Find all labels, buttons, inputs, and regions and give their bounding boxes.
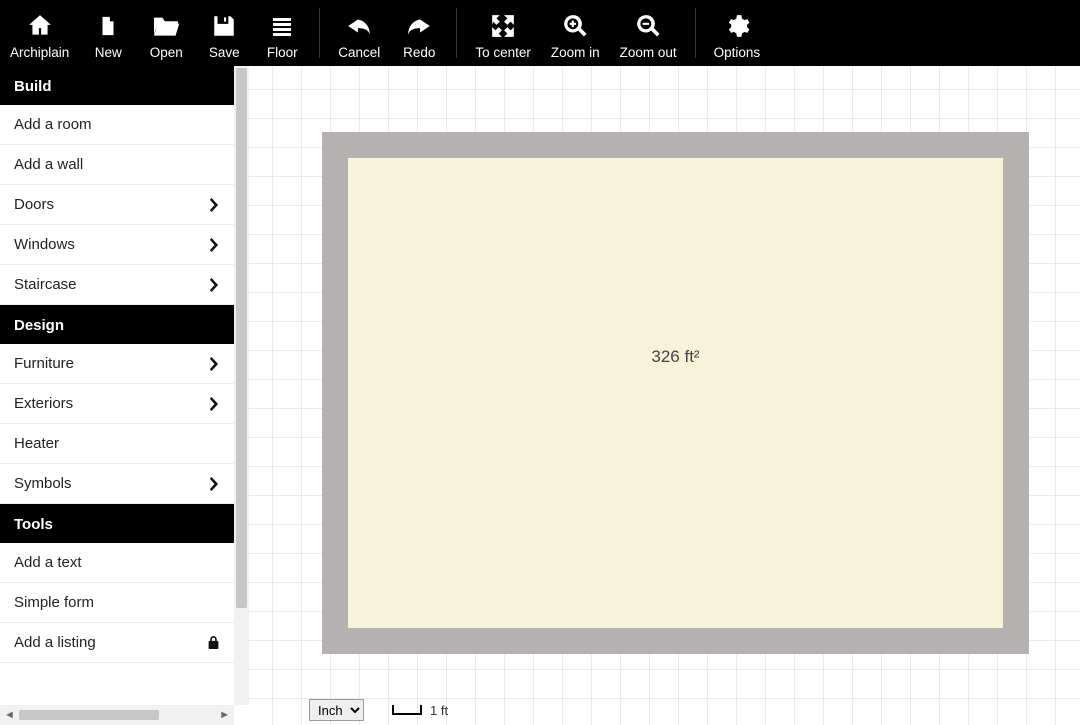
expand-icon bbox=[490, 11, 516, 41]
sidebar-item-label: Add a wall bbox=[14, 156, 83, 173]
chevron-right-icon bbox=[204, 278, 220, 292]
scale-indicator: 1 ft bbox=[392, 703, 448, 718]
redo-button[interactable]: Redo bbox=[390, 0, 448, 66]
section-header-tools: Tools bbox=[0, 504, 234, 543]
zoom-in-label: Zoom in bbox=[551, 45, 600, 60]
folder-open-icon bbox=[151, 11, 181, 41]
to-center-label: To center bbox=[475, 45, 531, 60]
redo-label: Redo bbox=[403, 45, 435, 60]
zoom-out-icon bbox=[635, 11, 661, 41]
toolbar-separator bbox=[319, 8, 320, 58]
archiplain-label: Archiplain bbox=[10, 45, 69, 60]
archiplain-button[interactable]: Archiplain bbox=[0, 0, 79, 66]
zoom-in-button[interactable]: Zoom in bbox=[541, 0, 610, 66]
sidebar-item-exteriors[interactable]: Exteriors bbox=[0, 384, 234, 424]
options-label: Options bbox=[714, 45, 761, 60]
sidebar-item-label: Add a text bbox=[14, 554, 82, 571]
open-button[interactable]: Open bbox=[137, 0, 195, 66]
scroll-right-arrow-icon[interactable]: ► bbox=[219, 710, 230, 721]
zoom-out-label: Zoom out bbox=[620, 45, 677, 60]
scale-label: 1 ft bbox=[430, 703, 448, 718]
toolbar-group: To center Zoom in Zoom out bbox=[465, 0, 686, 66]
top-toolbar: Archiplain New Open Save Floor Cancel Redo To c… bbox=[0, 0, 1080, 66]
toolbar-group: Options bbox=[704, 0, 771, 66]
room-interior[interactable]: 326 ft² bbox=[348, 158, 1003, 628]
sidebar-item-heater[interactable]: Heater bbox=[0, 424, 234, 464]
sidebar-item-label: Add a room bbox=[14, 116, 92, 133]
sidebar-item-add-wall[interactable]: Add a wall bbox=[0, 145, 234, 185]
scroll-left-arrow-icon[interactable]: ◄ bbox=[4, 710, 15, 721]
toolbar-group: Archiplain New Open Save Floor bbox=[0, 0, 311, 66]
lock-icon bbox=[204, 635, 220, 650]
side-panel-content: Build Add a room Add a wall Doors Windows Sta… bbox=[0, 66, 234, 705]
side-vertical-scroll-thumb[interactable] bbox=[236, 68, 247, 608]
sidebar-item-label: Staircase bbox=[14, 276, 77, 293]
workspace: Build Add a room Add a wall Doors Windows Sta… bbox=[0, 66, 1080, 725]
open-label: Open bbox=[150, 45, 183, 60]
canvas-bottom-bar: Inch 1 ft bbox=[249, 697, 1080, 723]
gear-icon bbox=[724, 11, 750, 41]
chevron-right-icon bbox=[204, 477, 220, 491]
options-button[interactable]: Options bbox=[704, 0, 771, 66]
sidebar-item-symbols[interactable]: Symbols bbox=[0, 464, 234, 504]
sidebar-item-furniture[interactable]: Furniture bbox=[0, 344, 234, 384]
undo-icon bbox=[346, 11, 372, 41]
sidebar-item-add-listing[interactable]: Add a listing bbox=[0, 623, 234, 663]
side-vertical-scrollbar[interactable] bbox=[234, 66, 249, 705]
cancel-label: Cancel bbox=[338, 45, 380, 60]
scale-bracket-icon bbox=[392, 705, 422, 715]
side-horizontal-scroll-track[interactable] bbox=[19, 710, 215, 720]
toolbar-group: Cancel Redo bbox=[328, 0, 448, 66]
sidebar-item-simple-form[interactable]: Simple form bbox=[0, 583, 234, 623]
floor-button[interactable]: Floor bbox=[253, 0, 311, 66]
zoom-out-button[interactable]: Zoom out bbox=[610, 0, 687, 66]
new-button[interactable]: New bbox=[79, 0, 137, 66]
side-horizontal-scroll-thumb[interactable] bbox=[19, 710, 159, 720]
cancel-button[interactable]: Cancel bbox=[328, 0, 390, 66]
chevron-right-icon bbox=[204, 397, 220, 411]
zoom-in-icon bbox=[562, 11, 588, 41]
sidebar-item-doors[interactable]: Doors bbox=[0, 185, 234, 225]
sidebar-item-label: Simple form bbox=[14, 594, 94, 611]
save-button[interactable]: Save bbox=[195, 0, 253, 66]
sidebar-item-label: Furniture bbox=[14, 355, 74, 372]
sidebar-item-label: Windows bbox=[14, 236, 75, 253]
floppy-icon bbox=[211, 11, 237, 41]
side-horizontal-scrollbar[interactable]: ◄ ► bbox=[0, 705, 234, 725]
lines-icon bbox=[270, 11, 294, 41]
sidebar-item-add-room[interactable]: Add a room bbox=[0, 105, 234, 145]
section-header-build: Build bbox=[0, 66, 234, 105]
sidebar-item-staircase[interactable]: Staircase bbox=[0, 265, 234, 305]
section-header-design: Design bbox=[0, 305, 234, 344]
sidebar-item-label: Heater bbox=[14, 435, 59, 452]
sidebar-item-label: Exteriors bbox=[14, 395, 73, 412]
chevron-right-icon bbox=[204, 357, 220, 371]
unit-select[interactable]: Inch bbox=[309, 699, 364, 721]
file-icon bbox=[97, 11, 119, 41]
sidebar-item-add-text[interactable]: Add a text bbox=[0, 543, 234, 583]
floorplan-canvas[interactable]: 326 ft² Inch 1 ft bbox=[249, 66, 1080, 725]
chevron-right-icon bbox=[204, 238, 220, 252]
to-center-button[interactable]: To center bbox=[465, 0, 541, 66]
floor-label: Floor bbox=[267, 45, 298, 60]
sidebar-item-label: Add a listing bbox=[14, 634, 96, 651]
home-icon bbox=[26, 11, 54, 41]
sidebar-item-windows[interactable]: Windows bbox=[0, 225, 234, 265]
save-label: Save bbox=[209, 45, 240, 60]
redo-icon bbox=[406, 11, 432, 41]
room-wall[interactable]: 326 ft² bbox=[322, 132, 1029, 654]
chevron-right-icon bbox=[204, 198, 220, 212]
side-panel: Build Add a room Add a wall Doors Windows Sta… bbox=[0, 66, 249, 705]
new-label: New bbox=[95, 45, 122, 60]
toolbar-separator bbox=[456, 8, 457, 58]
room-area-label: 326 ft² bbox=[651, 347, 699, 367]
sidebar-item-label: Doors bbox=[14, 196, 54, 213]
toolbar-separator bbox=[695, 8, 696, 58]
sidebar-item-label: Symbols bbox=[14, 475, 72, 492]
